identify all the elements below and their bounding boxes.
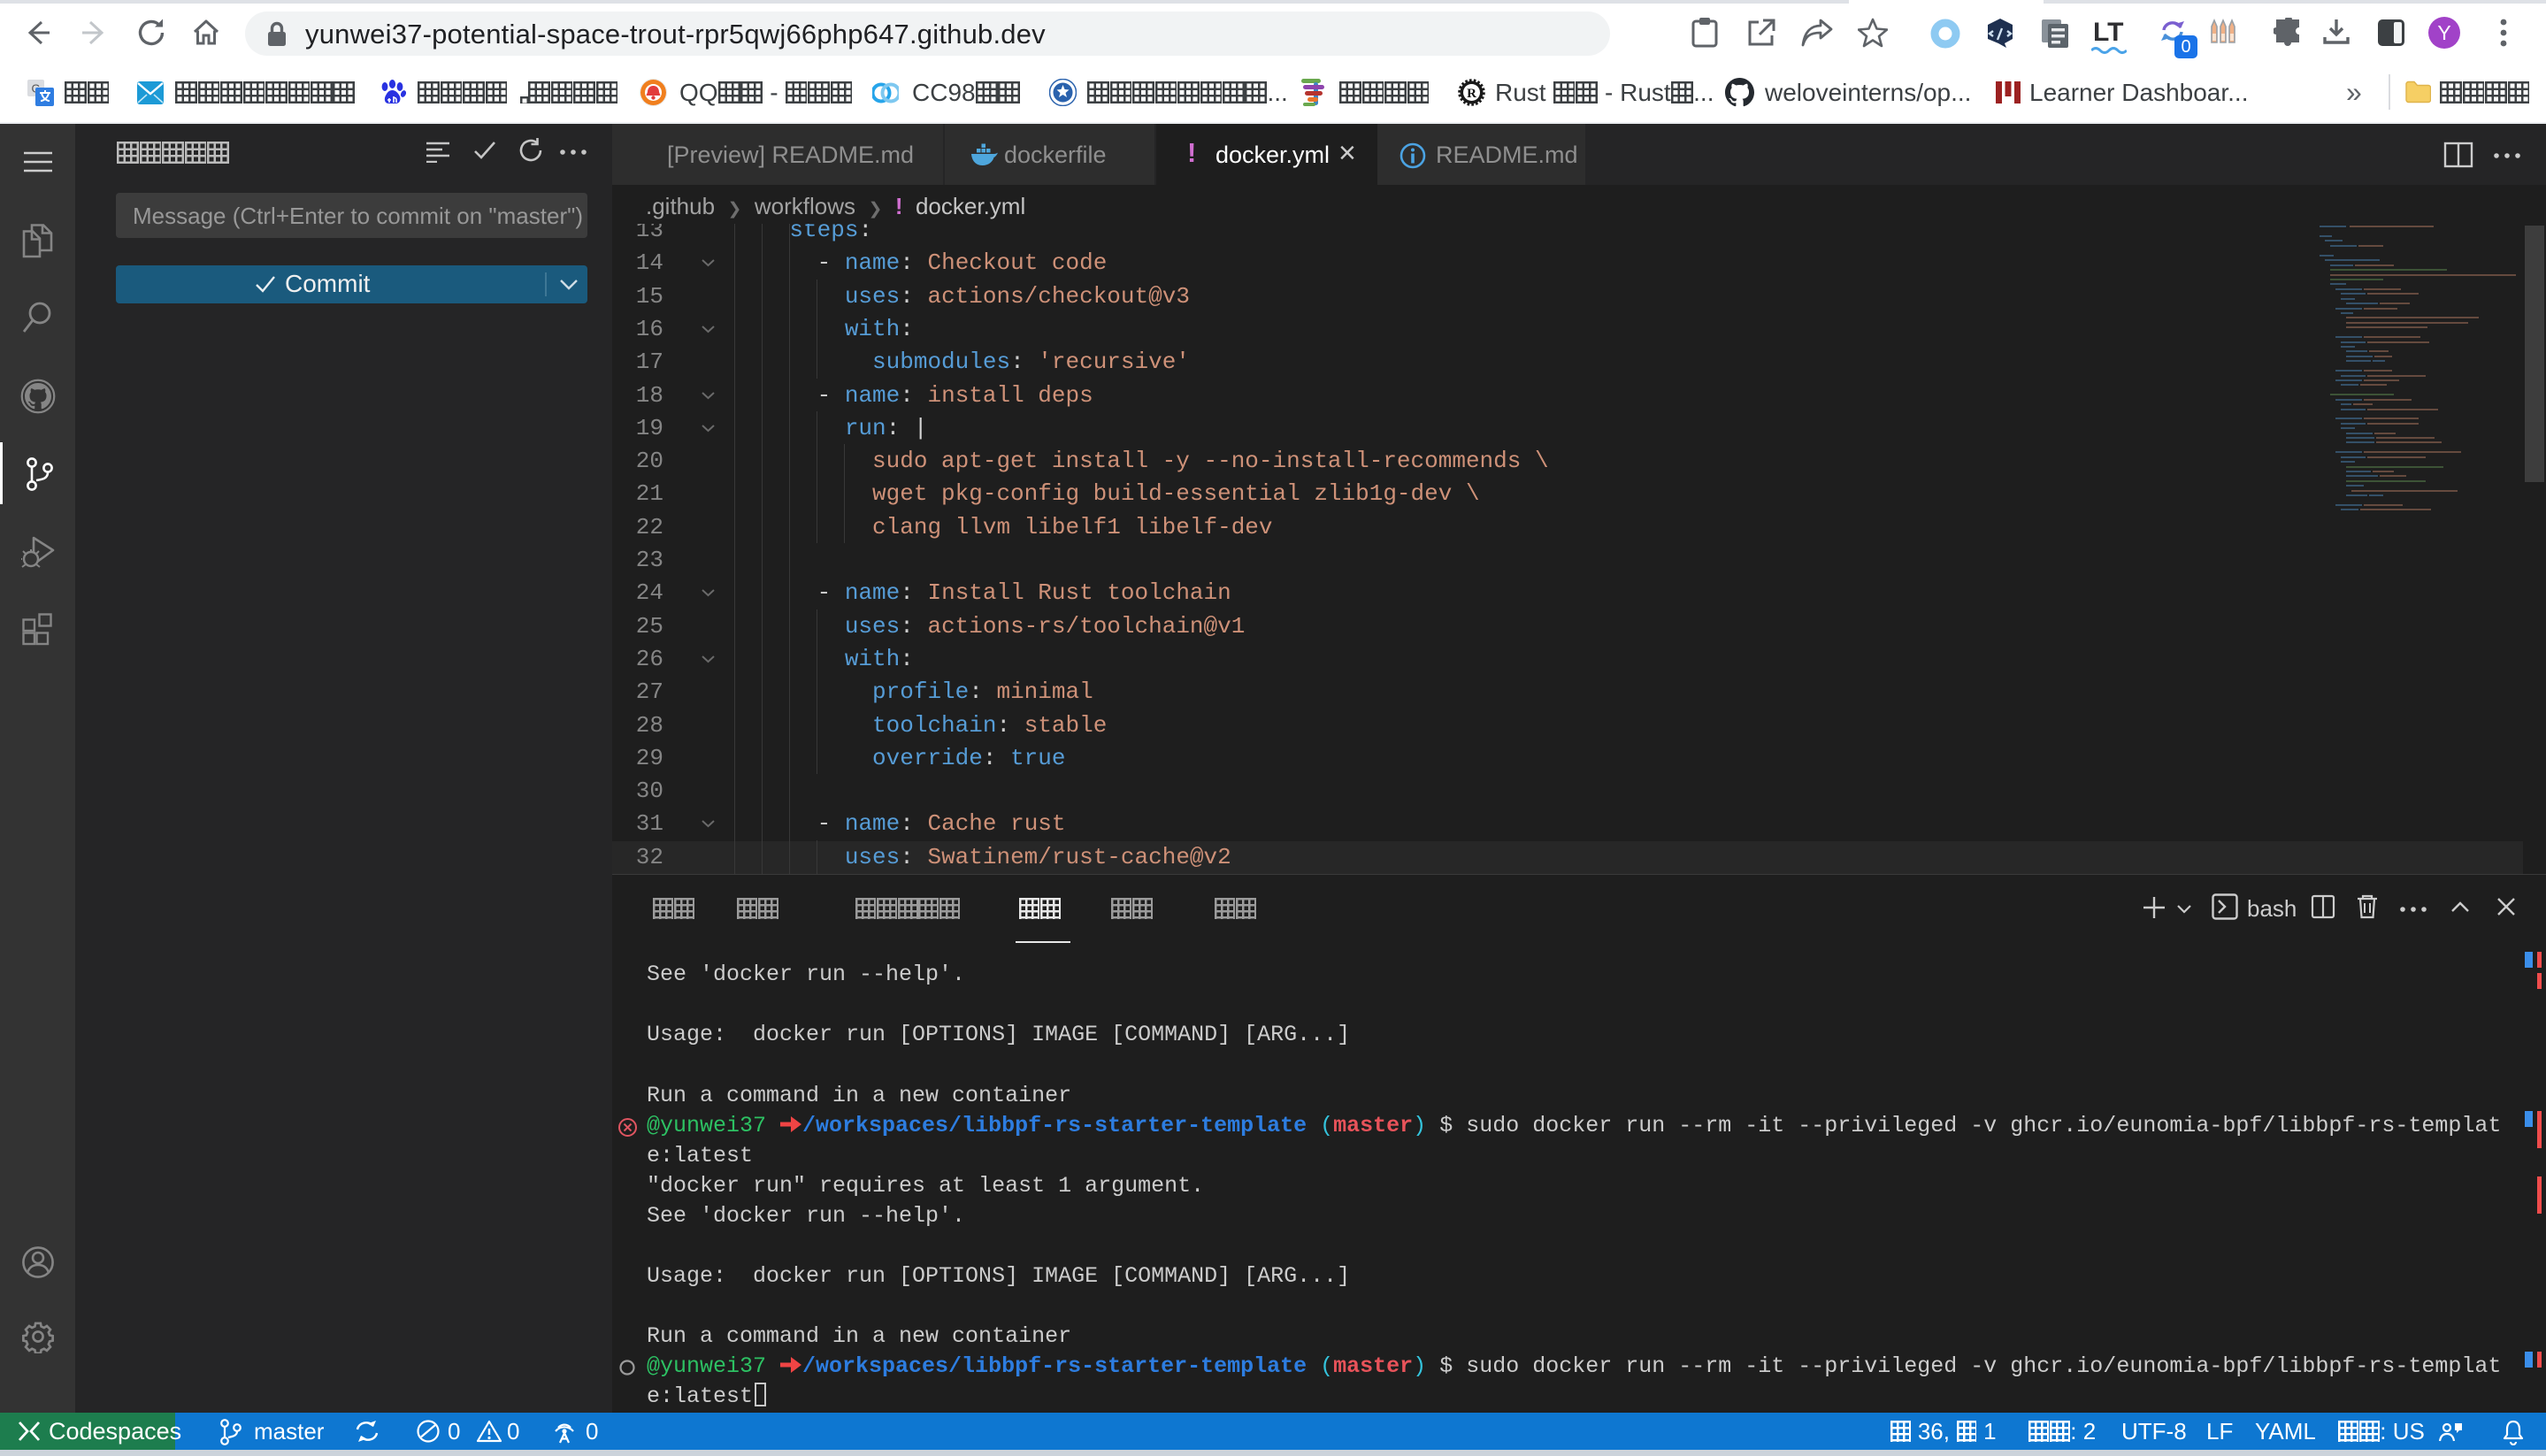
svg-text:R: R [1467, 87, 1476, 101]
